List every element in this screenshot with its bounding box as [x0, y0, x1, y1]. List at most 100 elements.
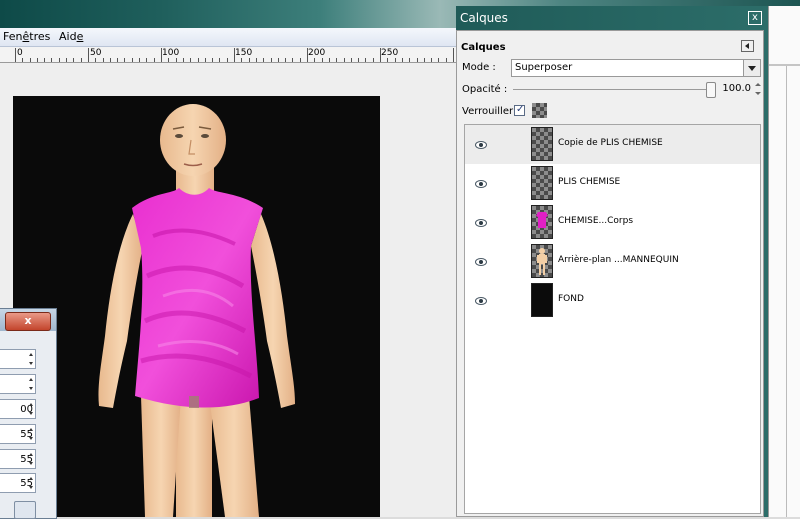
spin-arrows-icon[interactable] [27, 400, 36, 418]
ruler-tick [66, 58, 67, 62]
panel-tab-calques[interactable]: Calques [461, 42, 506, 53]
layer-row[interactable]: Arrière-plan ...MANNEQUIN [465, 242, 760, 281]
ruler-tick [110, 58, 111, 62]
ruler-tick [351, 58, 352, 62]
ruler-tick [37, 58, 38, 62]
ruler-tick [154, 58, 155, 62]
ruler-label: 50 [90, 48, 102, 58]
layer-name[interactable]: FOND [558, 294, 584, 304]
ruler-tick [431, 58, 432, 62]
spin-arrows-icon[interactable] [27, 375, 36, 393]
ruler-tick [322, 58, 323, 62]
ruler-label: 100 [162, 48, 180, 58]
ruler-tick [146, 58, 147, 62]
mode-select[interactable]: Superposer [511, 59, 761, 77]
edit-icon[interactable] [14, 501, 36, 519]
mode-value: Superposer [515, 62, 573, 73]
dialog-close-button[interactable]: x [5, 312, 51, 331]
ruler-tick [183, 58, 184, 62]
ruler-tick [103, 58, 104, 62]
layer-row[interactable]: FOND [465, 281, 760, 320]
layer-name[interactable]: CHEMISE...Corps [558, 216, 633, 226]
layer-row[interactable]: PLIS CHEMISE [465, 164, 760, 203]
layer-row[interactable]: CHEMISE...Corps [465, 203, 760, 242]
layer-row[interactable]: Copie de PLIS CHEMISE [465, 125, 760, 164]
eye-icon[interactable] [475, 297, 487, 305]
ruler-tick [81, 58, 82, 62]
ruler-tick [51, 58, 52, 62]
menubar: Fenêtres Aide [0, 28, 456, 47]
spin-arrows-icon[interactable] [27, 474, 36, 492]
ruler-tick [30, 58, 31, 62]
horizontal-ruler[interactable]: 0 50 100 150 200 250 [0, 47, 456, 63]
ruler-tick [212, 58, 213, 62]
ruler-tick [256, 58, 257, 62]
ruler-tick [438, 58, 439, 62]
ruler-tick [161, 48, 162, 62]
chevron-down-icon[interactable] [743, 60, 760, 76]
ruler-tick [241, 58, 242, 62]
layer-name[interactable]: Arrière-plan ...MANNEQUIN [558, 255, 679, 265]
ruler-tick [117, 58, 118, 62]
panel-menu-icon[interactable] [741, 40, 754, 52]
ruler-tick [358, 58, 359, 62]
ruler-tick [417, 58, 418, 62]
ruler-tick [59, 58, 60, 62]
ruler-tick [44, 58, 45, 62]
ruler-label: 150 [235, 48, 253, 58]
dock-title: Calques [460, 11, 508, 25]
spin-arrows-icon[interactable] [27, 450, 36, 468]
opacity-value[interactable]: 100.0 [717, 83, 751, 94]
eye-icon[interactable] [475, 141, 487, 149]
ruler-tick [15, 48, 16, 62]
spin-arrows-icon[interactable] [755, 82, 761, 96]
ruler-tick [344, 58, 345, 62]
layer-list[interactable]: Copie de PLIS CHEMISE PLIS CHEMISE CHEMI… [464, 124, 761, 514]
mannequin-image [98, 104, 295, 517]
eye-icon[interactable] [475, 258, 487, 266]
ruler-tick [176, 58, 177, 62]
ruler-tick [271, 58, 272, 62]
ruler-tick [373, 58, 374, 62]
opacity-slider-track[interactable] [513, 89, 713, 90]
spin-arrows-icon[interactable] [27, 425, 36, 443]
layer-thumbnail [531, 205, 553, 239]
frame-divider [769, 64, 800, 66]
ruler-tick [402, 58, 403, 62]
lock-alpha-icon[interactable] [532, 103, 547, 118]
mode-label: Mode : [462, 62, 496, 73]
menu-aide[interactable]: Aide [59, 30, 83, 43]
ruler-label: 200 [308, 48, 326, 58]
ruler-tick [263, 58, 264, 62]
ruler-tick [336, 58, 337, 62]
eye-icon[interactable] [475, 219, 487, 227]
eye-icon[interactable] [475, 180, 487, 188]
ruler-tick [380, 48, 381, 62]
shirt-thumbnail-icon [536, 212, 548, 228]
ruler-tick [446, 58, 447, 62]
ruler-tick [190, 58, 191, 62]
lock-label: Verrouiller : [462, 106, 520, 117]
image-canvas[interactable] [13, 96, 380, 517]
close-icon[interactable]: x [748, 11, 762, 25]
ruler-tick [307, 48, 308, 62]
layer-thumbnail [531, 166, 553, 200]
ruler-tick [139, 58, 140, 62]
partial-dialog-window: x 00 55 55 55 [0, 308, 57, 519]
ruler-tick [124, 58, 125, 62]
ruler-tick [205, 58, 206, 62]
ruler-tick [409, 58, 410, 62]
layer-name[interactable]: Copie de PLIS CHEMISE [558, 138, 663, 148]
ruler-tick [234, 48, 235, 62]
ruler-tick [219, 58, 220, 62]
ruler-tick [22, 58, 23, 62]
spin-arrows-icon[interactable] [27, 350, 36, 368]
opacity-slider-handle[interactable] [706, 82, 716, 98]
layer-name[interactable]: PLIS CHEMISE [558, 177, 620, 187]
lock-pixels-checkbox[interactable] [514, 104, 525, 116]
ruler-tick [132, 58, 133, 62]
right-window-edge [768, 6, 800, 517]
frame-line [786, 66, 787, 517]
menu-fenetres[interactable]: Fenêtres [3, 30, 50, 43]
ruler-tick [285, 58, 286, 62]
